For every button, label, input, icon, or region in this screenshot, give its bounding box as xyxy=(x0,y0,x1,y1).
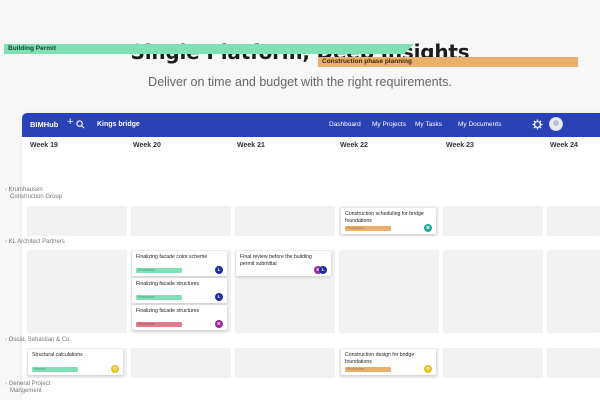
assignee-avatar: L xyxy=(215,266,223,274)
week-label: Week 24 xyxy=(550,142,578,149)
week-label: Week 22 xyxy=(340,142,368,149)
task-card[interactable]: Structural calculations Review O xyxy=(28,349,123,375)
timeline-cell[interactable] xyxy=(131,348,231,378)
nav-my-documents[interactable]: My Documents xyxy=(458,121,501,128)
project-name[interactable]: Kings bridge xyxy=(97,121,140,128)
week-header: Week 19 Week 20 Week 21 Week 22 Week 23 … xyxy=(22,137,600,154)
week-label: Week 19 xyxy=(30,142,58,149)
timeline-cell[interactable] xyxy=(131,206,231,236)
bottom-fade xyxy=(140,382,440,400)
nav-my-projects[interactable]: My Projects xyxy=(372,121,406,128)
status-badge: Production xyxy=(136,268,182,273)
brand-logo[interactable]: BIMHub xyxy=(30,120,58,129)
assignee-avatar: B xyxy=(424,224,432,232)
group-label[interactable]: › Oscar, Sebastian & Co xyxy=(5,337,69,344)
navbar: BIMHub + Kings bridge Dashboard My Proje… xyxy=(22,113,600,137)
week-label: Week 20 xyxy=(133,142,161,149)
assignee-avatar: K xyxy=(215,320,223,328)
timeline-cell[interactable] xyxy=(27,206,127,236)
task-card[interactable]: Finalizing facade structures Production … xyxy=(132,278,227,303)
timeline-cell[interactable] xyxy=(547,250,600,333)
status-badge: Review xyxy=(32,367,78,372)
timeline-cell[interactable] xyxy=(27,250,127,333)
chevron-right-icon[interactable]: › xyxy=(5,337,7,343)
timeline-cell[interactable] xyxy=(235,348,335,378)
task-card[interactable]: Finalizing facade structures Production … xyxy=(132,305,227,330)
task-title: Construction scheduling for bridge found… xyxy=(345,211,424,224)
nav-my-tasks[interactable]: My Tasks xyxy=(415,121,442,128)
task-title: Finalizing facade color scheme xyxy=(136,254,208,260)
timeline-cell[interactable] xyxy=(547,206,600,236)
status-badge: Production xyxy=(345,226,391,231)
task-card[interactable]: Construction design for bridge foundatio… xyxy=(341,349,436,375)
phase-bar-building-permit[interactable]: Building Permit xyxy=(4,44,414,54)
timeline-cell[interactable] xyxy=(443,206,543,236)
gear-icon[interactable] xyxy=(532,119,543,130)
timeline-cell[interactable] xyxy=(547,348,600,378)
assignee-avatar: O xyxy=(424,365,432,373)
task-title: Finalizing facade structures xyxy=(136,308,200,314)
chevron-right-icon[interactable]: › xyxy=(5,187,7,193)
assignee-avatar: L xyxy=(319,266,327,274)
timeline-cell[interactable] xyxy=(443,348,543,378)
week-label: Week 21 xyxy=(237,142,265,149)
status-badge: Production xyxy=(345,367,391,372)
task-title: Final review before the building permit … xyxy=(240,254,312,267)
search-icon[interactable] xyxy=(76,120,85,129)
user-avatar[interactable] xyxy=(549,117,563,131)
status-badge: Production xyxy=(136,322,182,327)
chevron-right-icon[interactable]: › xyxy=(5,239,7,245)
task-card[interactable]: Construction scheduling for bridge found… xyxy=(341,208,436,234)
phase-bar-construction-planning[interactable]: Construction phase planning xyxy=(318,57,578,67)
task-title: Structural calculations xyxy=(32,352,83,358)
group-label[interactable]: › General Project Mangement xyxy=(5,381,50,395)
nav-dashboard[interactable]: Dashboard xyxy=(329,121,361,128)
add-icon[interactable]: + xyxy=(67,117,73,128)
timeline-cell[interactable] xyxy=(443,250,543,333)
timeline-cell[interactable] xyxy=(235,206,335,236)
task-card[interactable]: Final review before the building permit … xyxy=(236,251,331,276)
timeline-cell[interactable] xyxy=(339,250,439,333)
group-label[interactable]: › Krumhausen Construction Group xyxy=(5,187,62,201)
assignee-avatar: O xyxy=(111,365,119,373)
chevron-right-icon[interactable]: › xyxy=(5,381,7,387)
task-title: Finalizing facade structures xyxy=(136,281,200,287)
week-label: Week 23 xyxy=(446,142,474,149)
task-title: Construction design for bridge foundatio… xyxy=(345,352,415,365)
hero-subtitle: Deliver on time and budget with the righ… xyxy=(148,75,452,89)
assignee-avatar: L xyxy=(215,293,223,301)
task-card[interactable]: Finalizing facade color scheme Productio… xyxy=(132,251,227,276)
status-badge: Production xyxy=(136,295,182,300)
group-label[interactable]: › KL Architect Partners xyxy=(5,239,65,246)
